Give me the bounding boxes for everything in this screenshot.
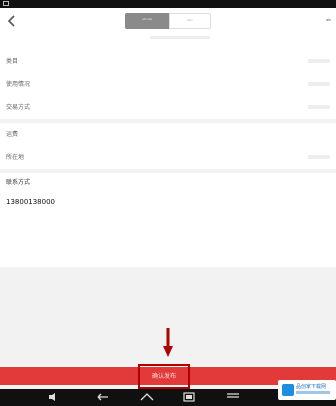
watermark-logo-icon	[282, 384, 294, 396]
usage-value	[308, 82, 330, 86]
form-group-shipping: 运费 所在地	[0, 123, 336, 169]
tab-switch: ᵃᵇᶜᵈᵉ ᵃᵇᶜ	[125, 13, 211, 29]
trade-method-value	[308, 105, 330, 109]
notification-icon	[3, 1, 9, 6]
location-value	[308, 155, 330, 159]
menu-nav-icon[interactable]	[225, 392, 241, 402]
location-row[interactable]: 所在地	[0, 146, 336, 169]
phone-input[interactable]: 13800138000	[0, 193, 336, 211]
watermark-url	[296, 391, 330, 394]
category-value	[308, 59, 330, 63]
header-action-link[interactable]: ᵃᵇ	[326, 18, 331, 25]
shipping-row[interactable]: 运费	[0, 123, 336, 146]
status-bar	[0, 0, 336, 16]
publish-button[interactable]: 确认发布	[138, 364, 190, 389]
form-group-item: 类目 使用情况 交易方式	[0, 50, 336, 119]
watermark-text: 品创家下载网	[296, 384, 327, 390]
site-watermark: 品创家下载网	[278, 380, 336, 400]
category-label: 类目	[6, 58, 19, 65]
usage-label: 使用情况	[6, 81, 31, 88]
header-subtitle	[150, 36, 210, 39]
system-status-icons	[314, 1, 332, 16]
shipping-label: 运费	[6, 131, 19, 138]
back-arrow-icon[interactable]	[5, 14, 19, 28]
tab-primary[interactable]: ᵃᵇᶜᵈᵉ	[125, 13, 169, 29]
recent-apps-icon[interactable]	[181, 392, 197, 402]
back-nav-icon[interactable]	[95, 392, 111, 402]
description-textarea[interactable]	[0, 211, 336, 267]
trade-method-label: 交易方式	[6, 104, 31, 111]
category-row[interactable]: 类目	[0, 50, 336, 73]
location-label: 所在地	[6, 154, 25, 161]
publish-form: 类目 使用情况 交易方式 运费 所在地 联系方式 13800138000	[0, 50, 336, 267]
form-group-contact: 联系方式 13800138000	[0, 173, 336, 267]
tab-secondary[interactable]: ᵃᵇᶜ	[169, 13, 211, 29]
trade-method-row[interactable]: 交易方式	[0, 96, 336, 119]
phone-label: 联系方式	[6, 179, 31, 186]
pointer-arrow-icon	[163, 328, 173, 357]
home-nav-icon[interactable]	[139, 392, 155, 402]
app-header: ᵃᵇᶜᵈᵉ ᵃᵇᶜ ᵃᵇ	[0, 8, 336, 50]
screen: ᵃᵇᶜᵈᵉ ᵃᵇᶜ ᵃᵇ 类目 使用情况 交易方式 运费 所在地 联系方式 13…	[0, 0, 336, 406]
volume-down-icon[interactable]	[46, 392, 62, 402]
usage-row[interactable]: 使用情况	[0, 73, 336, 96]
